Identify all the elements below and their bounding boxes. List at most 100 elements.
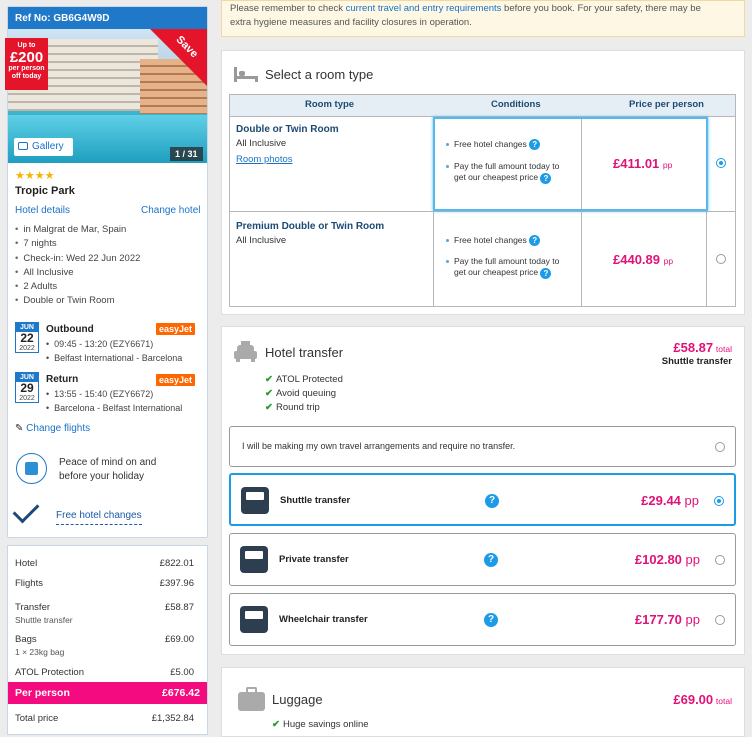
- room-name: Premium Double or Twin Room: [236, 221, 385, 232]
- peace-line2: before your holiday: [59, 471, 145, 482]
- booking-reference: Ref No: GB6G4W9D: [8, 7, 207, 29]
- room-type-title: Select a room type: [265, 67, 374, 82]
- summary-bags-row: Bags £69.00 1 × 23kg bag: [15, 634, 201, 657]
- peace-of-mind-text: Peace of mind on and before your holiday: [59, 456, 156, 484]
- help-icon[interactable]: ?: [540, 267, 552, 279]
- travel-requirements-link[interactable]: current travel and entry requirements: [346, 3, 502, 14]
- no-transfer-option[interactable]: I will be making my own travel arrangeme…: [229, 426, 736, 467]
- room-board: All Inclusive: [236, 138, 287, 149]
- luggage-title: Luggage: [272, 692, 323, 707]
- summary-flights-row: Flights £397.96: [15, 578, 201, 589]
- feature-text: Huge savings online: [282, 719, 369, 730]
- header-conditions: Conditions: [491, 99, 541, 110]
- list-item: Check-in: Wed 22 Jun 2022: [15, 252, 140, 266]
- room-price-unit: pp: [662, 160, 673, 170]
- transfer-price-unit: pp: [685, 552, 700, 567]
- hotel-name: Tropic Park: [15, 185, 75, 197]
- outbound-time: 09:45 - 13:20 (EZY6671): [46, 337, 182, 351]
- room-photos-link[interactable]: Room photos: [236, 154, 293, 165]
- peace-line1: Peace of mind on and: [59, 457, 157, 468]
- room-conditions: Free hotel changes ? Pay the full amount…: [446, 235, 559, 279]
- summary-sub: Shuttle transfer: [15, 615, 73, 625]
- room-table-header: Room type Conditions Price per person: [230, 95, 735, 117]
- return-route: Barcelona - Belfast International: [46, 401, 182, 415]
- car-icon: [240, 546, 268, 573]
- check-icon: ✔: [265, 374, 273, 385]
- check-icon: ✔: [272, 719, 280, 730]
- header-room-type: Room type: [305, 99, 355, 110]
- easyjet-logo: easyJet: [156, 374, 196, 386]
- private-transfer-option[interactable]: Private transfer ? £102.80 pp: [229, 533, 736, 586]
- return-details: 13:55 - 15:40 (EZY6672) Barcelona - Belf…: [46, 387, 182, 415]
- transfer-name: Private transfer: [279, 554, 349, 565]
- list-item: Free hotel changes ?: [446, 235, 559, 247]
- promo-badge: Up to £200 per person off today: [5, 38, 48, 90]
- transfer-radio[interactable]: [715, 615, 725, 625]
- help-icon[interactable]: ?: [540, 172, 552, 184]
- return-year: 2022: [19, 395, 35, 402]
- room-table: Room type Conditions Price per person Do…: [229, 94, 736, 307]
- list-item: Pay the full amount today to get our chea…: [446, 161, 559, 184]
- room-price: £411.01 pp: [613, 156, 672, 171]
- transfer-total-value: £58.87: [673, 340, 714, 355]
- change-flights-label: Change flights: [26, 423, 91, 434]
- feature-text: Avoid queuing: [275, 388, 337, 399]
- transfer-title: Hotel transfer: [265, 345, 344, 360]
- summary-value: £69.00: [164, 634, 194, 645]
- summary-value: £822.01: [159, 558, 194, 569]
- wheelchair-transfer-option[interactable]: Wheelchair transfer ? £177.70 pp: [229, 593, 736, 646]
- transfer-total: £58.87 total Shuttle transfer: [662, 340, 732, 367]
- condition-text: get our cheapest price: [454, 172, 539, 183]
- transfer-radio-selected[interactable]: [714, 496, 724, 506]
- change-flights-link[interactable]: ✎ Change flights: [15, 423, 90, 434]
- outbound-day: 22: [20, 331, 34, 345]
- bus-icon: [241, 487, 269, 514]
- help-icon[interactable]: ?: [484, 553, 498, 567]
- luggage-total: £69.00 total: [673, 692, 732, 707]
- gallery-button[interactable]: Gallery: [14, 138, 73, 156]
- room-name: Double or Twin Room: [236, 124, 339, 135]
- promo-amount: £200: [9, 49, 44, 66]
- summary-atol-row: ATOL Protection £5.00: [15, 667, 201, 678]
- taxi-icon: [234, 341, 257, 362]
- save-ribbon: Save: [150, 29, 207, 86]
- list-item: 7 nights: [15, 237, 140, 251]
- room-price: £440.89 pp: [613, 252, 673, 267]
- condition-text: Pay the full amount today to: [454, 256, 560, 267]
- bed-icon: [234, 67, 258, 82]
- help-icon[interactable]: ?: [485, 494, 499, 508]
- summary-label: Flights: [15, 578, 43, 589]
- transfer-name: Wheelchair transfer: [279, 614, 368, 625]
- summary-label: ATOL Protection: [15, 667, 84, 678]
- transfer-price: £29.44 pp: [641, 493, 699, 508]
- notice-text: before you book. For your safety, there …: [501, 3, 701, 14]
- no-transfer-radio[interactable]: [715, 442, 725, 452]
- summary-sub: 1 × 23kg bag: [15, 647, 65, 657]
- photo-counter: 1 / 31: [170, 147, 203, 161]
- help-icon[interactable]: ?: [529, 235, 541, 247]
- list-item: All Inclusive: [15, 266, 140, 280]
- header-price: Price per person: [629, 99, 704, 110]
- promo-line2: per person: [8, 65, 45, 72]
- room-radio[interactable]: [716, 254, 726, 264]
- room-radio-selected[interactable]: [716, 158, 726, 168]
- shuttle-transfer-option[interactable]: Shuttle transfer ? £29.44 pp: [229, 473, 736, 526]
- check-icon: ✔: [265, 388, 273, 399]
- list-item: ✔ ATOL Protected: [265, 373, 343, 387]
- summary-hotel-row: Hotel £822.01: [15, 558, 201, 569]
- condition-text: Free hotel changes: [454, 235, 527, 245]
- change-hotel-link[interactable]: Change hotel: [141, 205, 201, 216]
- transfer-features: ✔ ATOL Protected ✔ Avoid queuing ✔ Round tr…: [265, 373, 343, 415]
- summary-label: Transfer: [15, 602, 51, 613]
- notice-text: Please remember to check: [230, 3, 346, 14]
- hotel-details-link[interactable]: Hotel details: [15, 205, 70, 216]
- travel-notice: Please remember to check current travel …: [221, 0, 745, 37]
- transfer-radio[interactable]: [715, 555, 725, 565]
- list-item: Free hotel changes ?: [446, 139, 559, 151]
- help-icon[interactable]: ?: [484, 613, 498, 627]
- no-transfer-label: I will be making my own travel arrangeme…: [242, 441, 516, 451]
- free-hotel-changes-link[interactable]: Free hotel changes: [56, 510, 142, 525]
- transfer-price-value: £29.44: [641, 493, 681, 508]
- help-icon[interactable]: ?: [529, 139, 541, 151]
- summary-value: £58.87: [164, 602, 194, 613]
